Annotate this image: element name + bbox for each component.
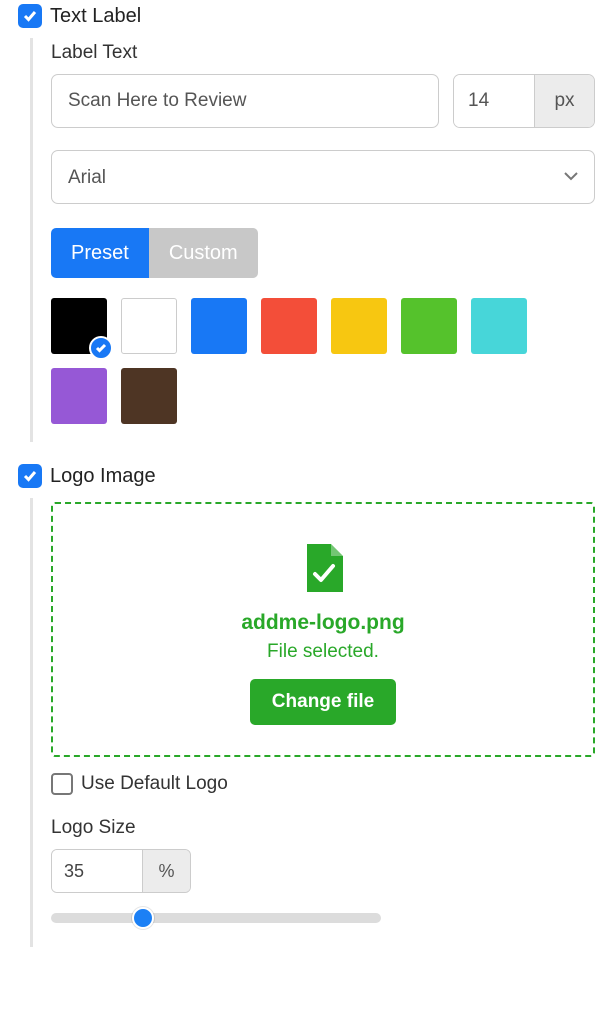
logo-size-label: Logo Size (51, 817, 595, 839)
color-swatch[interactable] (51, 298, 107, 354)
file-name: addme-logo.png (73, 611, 573, 635)
color-swatch[interactable] (121, 368, 177, 424)
change-file-button[interactable]: Change file (250, 679, 396, 725)
check-icon (23, 10, 37, 22)
logo-image-title: Logo Image (50, 465, 156, 488)
font-family-wrap: Arial (51, 150, 595, 204)
text-label-title: Text Label (50, 5, 141, 28)
file-check-icon (73, 544, 573, 597)
color-swatch[interactable] (51, 368, 107, 424)
text-label-section: Text Label Label Text px Arial Preset Cu… (0, 0, 613, 442)
swatch-selected-icon (89, 336, 113, 360)
color-swatch[interactable] (471, 298, 527, 354)
logo-size-group: % (51, 849, 191, 893)
logo-size-input[interactable] (52, 850, 142, 892)
font-size-input[interactable] (454, 75, 534, 127)
label-text-input[interactable] (51, 74, 439, 128)
color-mode-tabs: Preset Custom (51, 228, 595, 278)
tab-custom[interactable]: Custom (149, 228, 258, 278)
logo-image-section: Logo Image addme-logo.png File selected.… (0, 460, 613, 947)
logo-size-unit: % (142, 850, 190, 892)
font-size-group: px (453, 74, 595, 128)
tab-preset[interactable]: Preset (51, 228, 149, 278)
logo-image-header: Logo Image (18, 464, 595, 488)
color-swatch[interactable] (401, 298, 457, 354)
color-swatches (51, 298, 595, 424)
use-default-logo-checkbox[interactable] (51, 773, 73, 795)
logo-image-checkbox[interactable] (18, 464, 42, 488)
slider-track (51, 913, 381, 923)
color-swatch[interactable] (121, 298, 177, 354)
color-swatch[interactable] (191, 298, 247, 354)
check-icon (23, 470, 37, 482)
file-status: File selected. (73, 641, 573, 663)
logo-image-body: addme-logo.png File selected. Change fil… (30, 498, 595, 947)
color-swatch[interactable] (331, 298, 387, 354)
label-text-label: Label Text (51, 42, 595, 64)
use-default-logo-row: Use Default Logo (51, 773, 595, 795)
font-family-select[interactable]: Arial (51, 150, 595, 204)
text-label-header: Text Label (18, 4, 595, 28)
text-label-body: Label Text px Arial Preset Custom (30, 38, 595, 442)
use-default-logo-label: Use Default Logo (81, 773, 228, 795)
font-size-unit: px (534, 75, 594, 127)
text-label-checkbox[interactable] (18, 4, 42, 28)
color-swatch[interactable] (261, 298, 317, 354)
slider-thumb[interactable] (132, 907, 154, 929)
file-dropzone[interactable]: addme-logo.png File selected. Change fil… (51, 502, 595, 757)
logo-size-slider[interactable] (51, 907, 381, 929)
